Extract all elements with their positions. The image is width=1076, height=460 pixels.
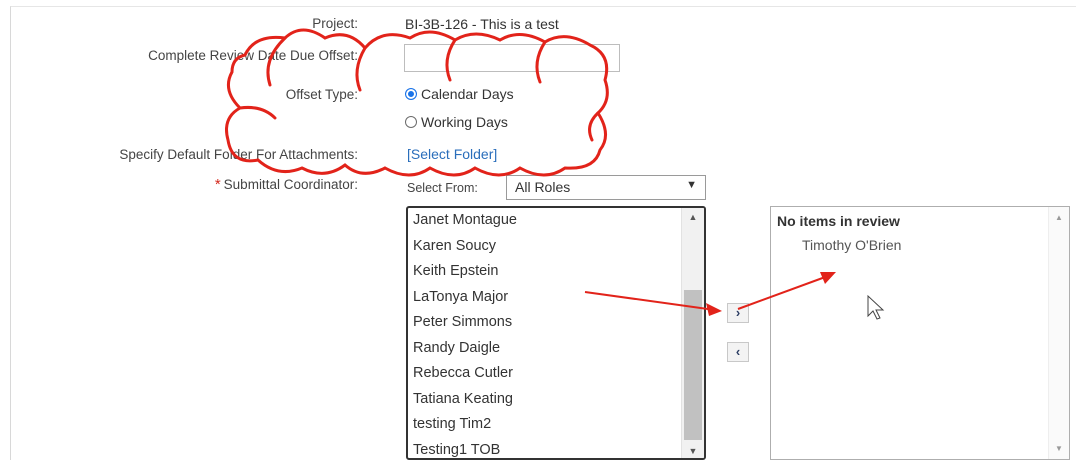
list-scrollbar[interactable]: ▲ ▼ bbox=[681, 208, 704, 458]
select-from-label: Select From: bbox=[407, 181, 478, 195]
list-item[interactable]: LaTonya Major bbox=[408, 285, 704, 311]
available-users-list[interactable]: Janet Montague Karen Soucy Keith Epstein… bbox=[406, 206, 706, 460]
scroll-up-icon[interactable]: ▲ bbox=[682, 212, 704, 222]
offset-type-label: Offset Type: bbox=[285, 87, 358, 102]
remove-from-review-button[interactable]: ‹ bbox=[727, 342, 749, 362]
list-item[interactable]: Rebecca Cutler bbox=[408, 361, 704, 387]
list-item[interactable]: Janet Montague bbox=[408, 208, 704, 234]
coordinator-label-row: * Submittal Coordinator: bbox=[215, 176, 358, 193]
offset-input[interactable] bbox=[404, 44, 620, 72]
scroll-down-icon[interactable]: ▼ bbox=[682, 446, 704, 456]
offset-label: Complete Review Date Due Offset: bbox=[148, 48, 358, 63]
radio-working-days[interactable]: Working Days bbox=[405, 114, 508, 130]
chevron-down-icon: ▼ bbox=[686, 179, 697, 191]
radio-on-icon[interactable] bbox=[405, 88, 417, 100]
coordinator-label: Submittal Coordinator: bbox=[223, 177, 358, 192]
review-scrollbar[interactable]: ▲ ▼ bbox=[1048, 207, 1069, 459]
list-item[interactable]: Keith Epstein bbox=[408, 259, 704, 285]
list-item[interactable]: Testing1 TOB bbox=[408, 438, 704, 459]
list-item[interactable]: Tatiana Keating bbox=[408, 387, 704, 413]
project-value: BI-3B-126 - This is a test bbox=[405, 16, 559, 32]
project-label: Project: bbox=[312, 16, 358, 31]
add-to-review-button[interactable]: › bbox=[727, 303, 749, 323]
list-item[interactable]: Randy Daigle bbox=[408, 336, 704, 362]
list-item[interactable]: Peter Simmons bbox=[408, 310, 704, 336]
list-item[interactable]: Karen Soucy bbox=[408, 234, 704, 260]
radio-working-label: Working Days bbox=[421, 114, 508, 130]
scroll-down-icon[interactable]: ▼ bbox=[1049, 444, 1069, 453]
role-select-value: All Roles bbox=[515, 179, 571, 195]
required-star-icon: * bbox=[214, 176, 221, 193]
radio-off-icon[interactable] bbox=[405, 116, 417, 128]
list-item[interactable]: testing Tim2 bbox=[408, 412, 704, 438]
scroll-up-icon[interactable]: ▲ bbox=[1049, 213, 1069, 222]
list-item[interactable]: Timothy O'Brien bbox=[802, 237, 901, 253]
scroll-thumb[interactable] bbox=[684, 290, 702, 440]
folder-label: Specify Default Folder For Attachments: bbox=[119, 147, 358, 162]
review-list-header: No items in review bbox=[777, 213, 900, 229]
role-select[interactable]: All Roles ▼ bbox=[506, 175, 706, 200]
radio-calendar-days[interactable]: Calendar Days bbox=[405, 86, 514, 102]
select-folder-link[interactable]: [Select Folder] bbox=[407, 146, 497, 162]
radio-calendar-label: Calendar Days bbox=[421, 86, 514, 102]
review-list[interactable]: No items in review Timothy O'Brien ▲ ▼ bbox=[770, 206, 1070, 460]
